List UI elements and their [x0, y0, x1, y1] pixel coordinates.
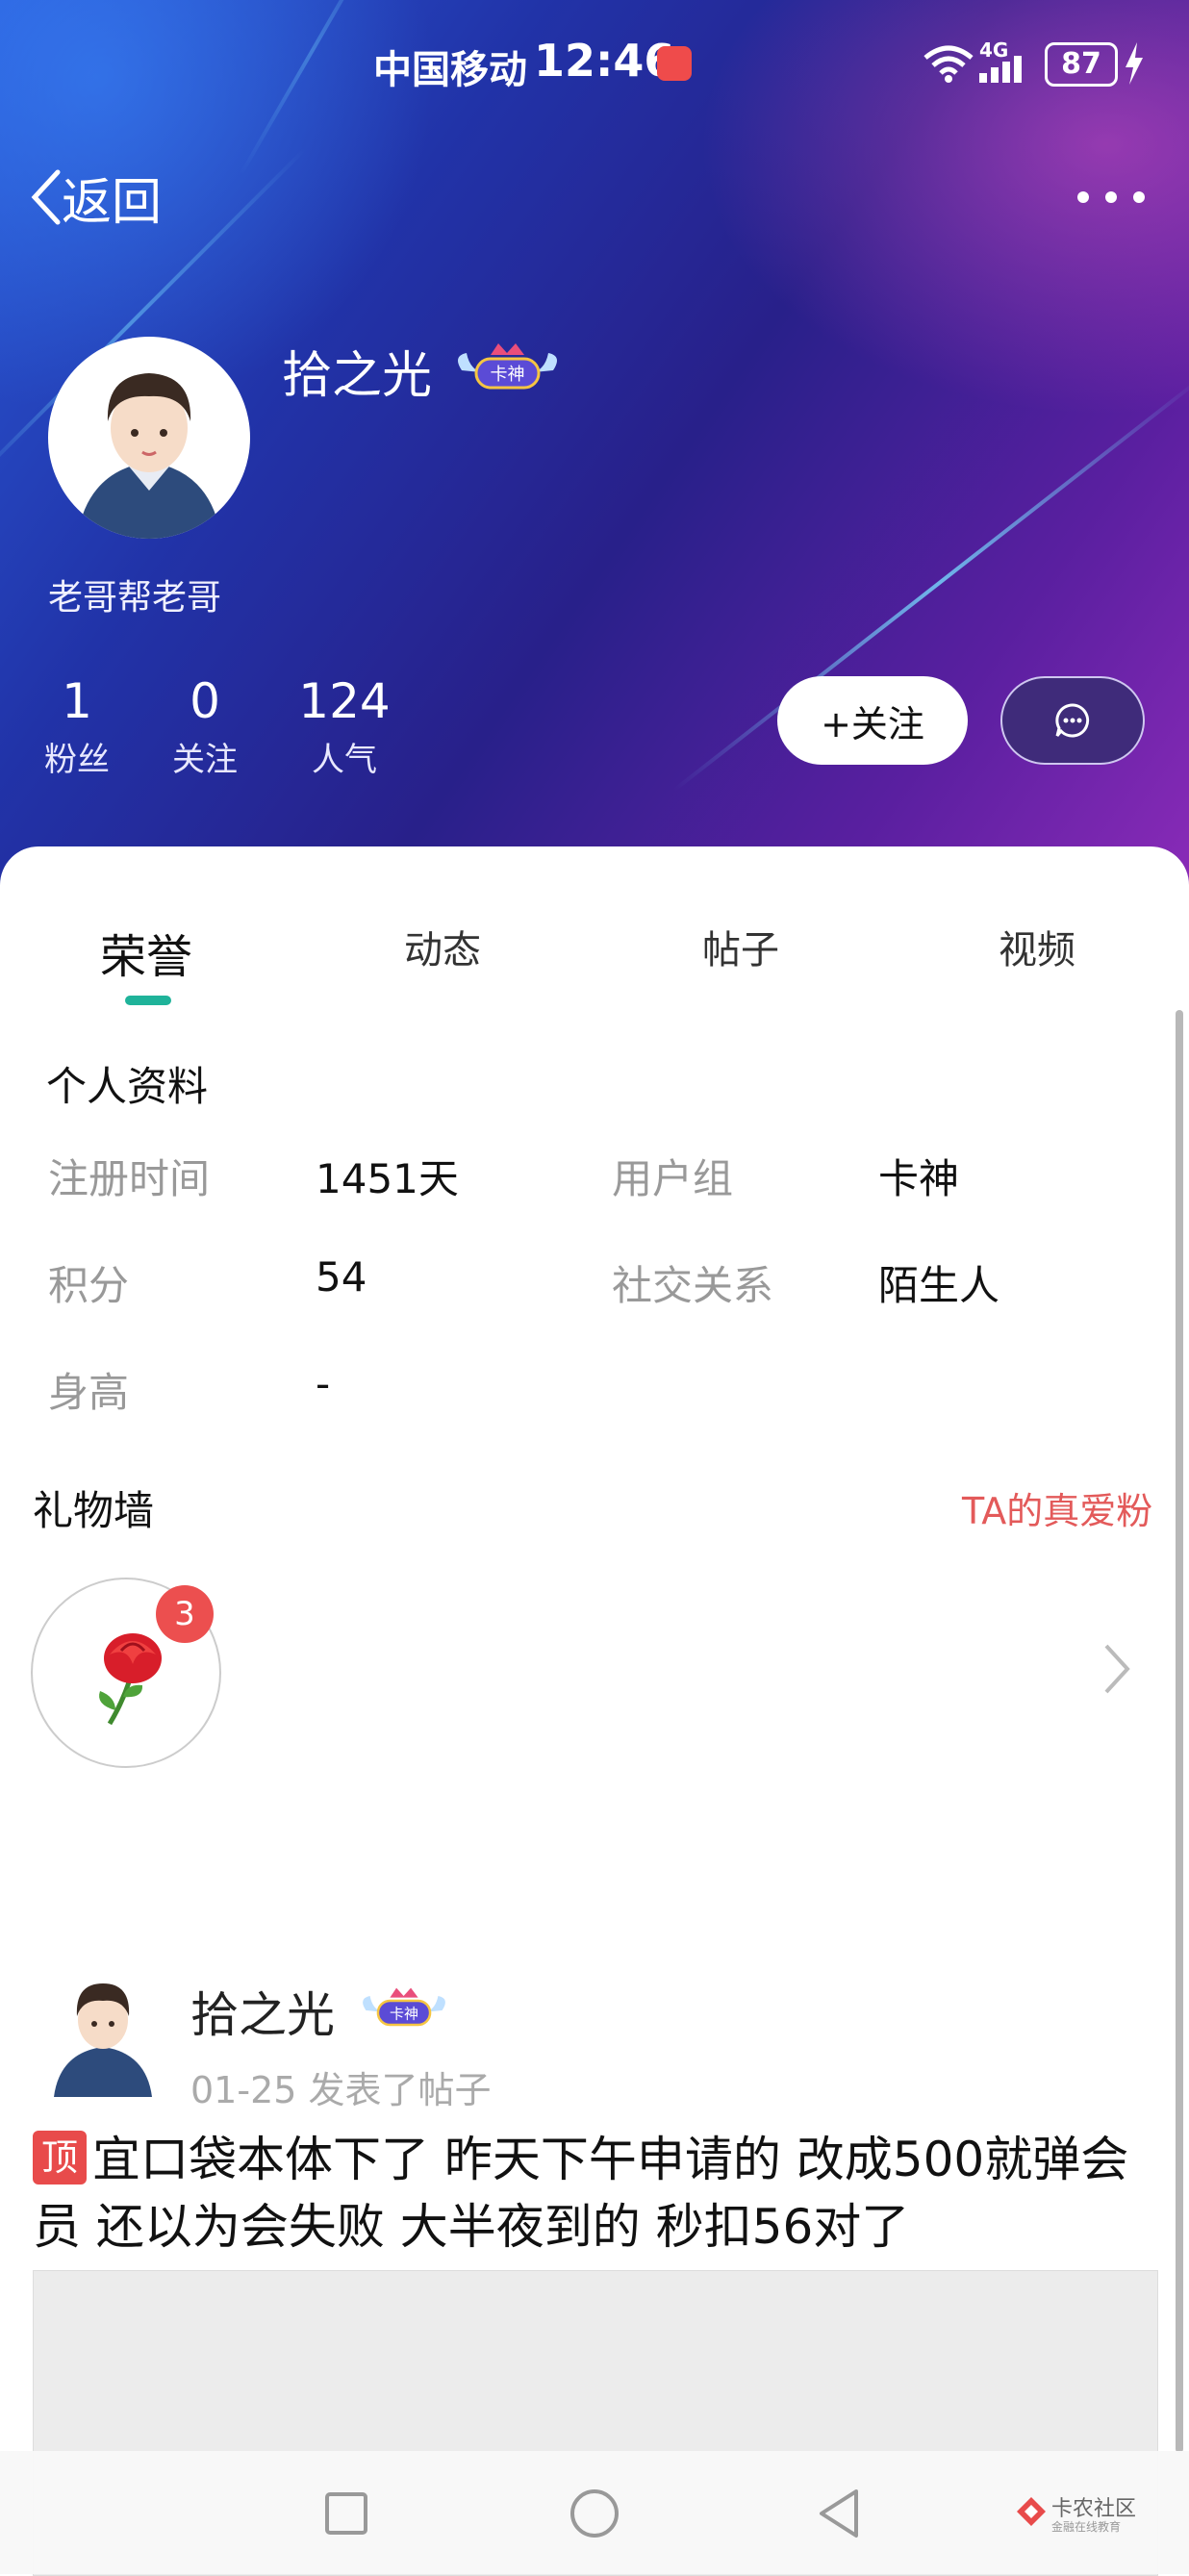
- stat-value: 1: [62, 673, 92, 729]
- info-value-points: 54: [316, 1253, 367, 1301]
- follow-button[interactable]: +关注: [777, 676, 968, 765]
- more-options-button[interactable]: [1077, 173, 1145, 221]
- tab-posts[interactable]: 帖子: [702, 919, 779, 974]
- app-notification-icon: [657, 46, 692, 81]
- stat-following[interactable]: 0 关注: [138, 673, 272, 780]
- home-icon[interactable]: [561, 2480, 628, 2547]
- section-title-personal-info: 个人资料: [46, 1063, 209, 1110]
- post-content[interactable]: 顶宜口袋本体下了 昨天下午申请的 改成500就弹会员 还以为会失败 大半夜到的 …: [33, 2126, 1158, 2260]
- app-watermark: 卡农社区 金融在线教育: [1015, 2489, 1140, 2538]
- rank-badge-icon: 卡神: [363, 1987, 445, 2027]
- stat-label: 关注: [172, 741, 238, 779]
- stat-popularity: 124 人气: [277, 673, 412, 780]
- profile-tagline: 老哥帮老哥: [48, 578, 222, 618]
- stat-value: 0: [190, 673, 220, 729]
- back-button[interactable]: 返回: [29, 164, 163, 232]
- stat-label: 人气: [312, 741, 377, 779]
- wifi-icon: [923, 45, 974, 83]
- info-label-registered: 注册时间: [48, 1155, 211, 1202]
- tab-activity[interactable]: 动态: [404, 919, 481, 974]
- active-tab-indicator: [125, 996, 171, 1005]
- tab-videos[interactable]: 视频: [999, 919, 1075, 974]
- post-date: 01-25: [190, 2069, 297, 2111]
- chevron-left-icon: [31, 169, 61, 225]
- recent-apps-icon[interactable]: [313, 2480, 380, 2547]
- back-label: 返回: [62, 173, 163, 232]
- true-fans-link[interactable]: TA的真爱粉: [962, 1481, 1152, 1534]
- watermark-subtitle: 金融在线教育: [1051, 2520, 1122, 2534]
- avatar-illustration: [54, 1983, 152, 2097]
- signal-icon: [979, 56, 1022, 83]
- battery-indicator: 87: [1045, 42, 1118, 87]
- rank-badge-icon: 卡神: [458, 343, 557, 390]
- gift-count-badge: 3: [156, 1585, 214, 1643]
- stat-fans[interactable]: 1 粉丝: [10, 673, 144, 780]
- post-meta: 01-25 发表了帖子: [190, 2060, 492, 2113]
- post-text: 宜口袋本体下了 昨天下午申请的 改成500就弹会员 还以为会失败 大半夜到的 秒…: [33, 2132, 1129, 2255]
- avatar-illustration: [77, 373, 221, 539]
- stat-label: 粉丝: [44, 741, 110, 779]
- info-label-points: 积分: [48, 1262, 130, 1309]
- post-author-avatar[interactable]: [46, 1972, 160, 2097]
- clock: 12:46: [534, 35, 675, 87]
- dot: [1105, 191, 1117, 203]
- dot: [1133, 191, 1145, 203]
- info-label-user-group: 用户组: [612, 1155, 734, 1202]
- back-nav-icon[interactable]: [806, 2480, 873, 2547]
- stat-value: 124: [298, 673, 391, 729]
- profile-name: 拾之光: [282, 347, 433, 405]
- rank-badge-label: 卡神: [390, 2005, 418, 2022]
- message-button[interactable]: [1000, 676, 1145, 765]
- charging-icon: [1126, 42, 1143, 85]
- pinned-tag: 顶: [33, 2131, 87, 2185]
- post-author-name[interactable]: 拾之光: [190, 1977, 335, 2046]
- tab-honor[interactable]: 荣誉: [100, 919, 192, 986]
- rank-badge-label: 卡神: [491, 365, 525, 385]
- post-action: 发表了帖子: [308, 2069, 492, 2111]
- dot: [1077, 191, 1089, 203]
- section-title-gift-wall: 礼物墙: [33, 1487, 155, 1534]
- info-value-relationship: 陌生人: [878, 1262, 1000, 1309]
- info-label-height: 身高: [48, 1369, 130, 1416]
- carrier-label: 中国移动: [373, 48, 527, 92]
- avatar[interactable]: [48, 337, 250, 539]
- chat-bubble-icon: [1055, 703, 1090, 738]
- info-value-registered: 1451天: [316, 1155, 459, 1202]
- scrollbar[interactable]: [1176, 1010, 1183, 2453]
- info-value-height: -: [316, 1360, 331, 1407]
- chevron-right-icon[interactable]: [1097, 1640, 1135, 1698]
- light-streak: [239, 0, 387, 176]
- community-logo-icon: [1017, 2497, 1046, 2526]
- info-label-relationship: 社交关系: [612, 1262, 774, 1309]
- info-value-user-group: 卡神: [878, 1155, 960, 1202]
